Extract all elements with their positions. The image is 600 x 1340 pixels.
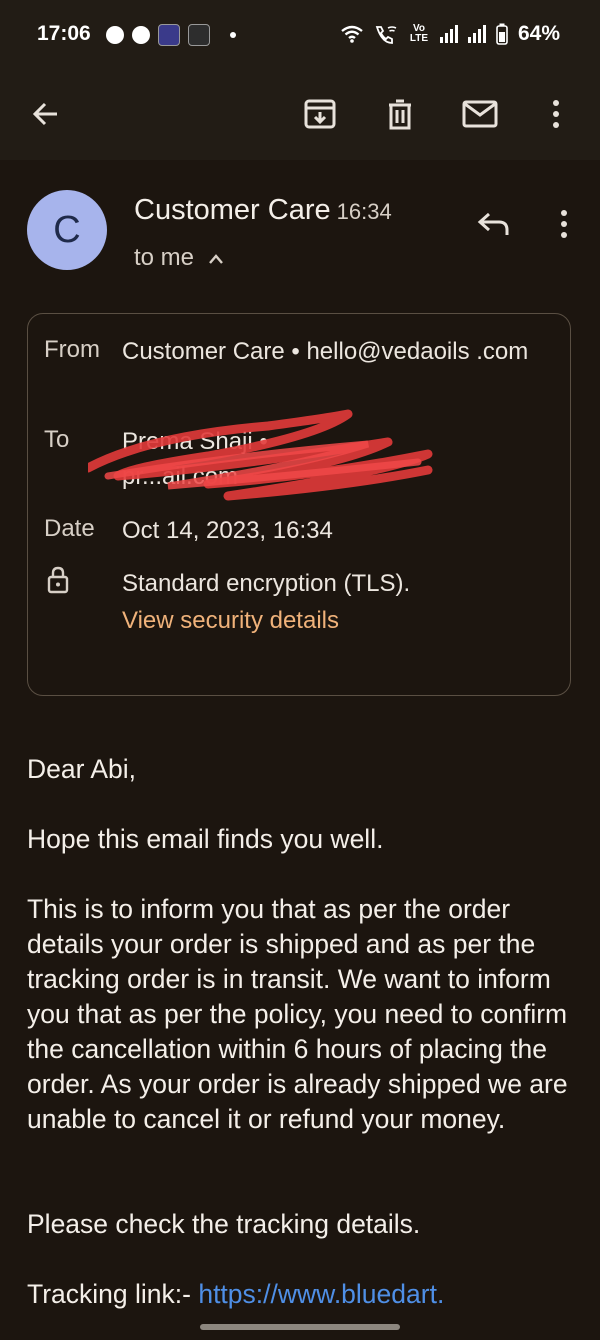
trash-icon: [389, 99, 411, 130]
tracking-link[interactable]: https://www.bluedart.: [198, 1279, 444, 1309]
chat-bubble-icon: [106, 26, 124, 44]
from-label: From: [44, 336, 100, 363]
more-vert-icon: [561, 210, 567, 238]
wifi-icon: [341, 25, 363, 43]
body-paragraph-2: This is to inform you that as per the or…: [27, 894, 568, 1134]
system-status: Vo LTE 64%: [340, 22, 560, 46]
date-value: Oct 14, 2023, 16:34: [122, 517, 333, 544]
greeting: Dear Abi,: [27, 754, 137, 784]
top-app-bar: [0, 70, 600, 160]
signal-icon-2: [467, 25, 486, 43]
message-details-card: From Customer Care • hello@vedaoils .com…: [27, 313, 571, 696]
sender-line: Customer Care 16:34: [134, 194, 392, 227]
view-security-details-link[interactable]: View security details: [122, 607, 339, 635]
to-label: To: [44, 426, 70, 453]
chevron-up-icon: [208, 254, 223, 264]
tracking-line: Tracking link:- https://www.bluedart.: [27, 1277, 577, 1312]
battery-icon: [496, 23, 508, 45]
back-button[interactable]: [22, 90, 70, 138]
reply-button[interactable]: [470, 204, 518, 244]
recipient-toggle[interactable]: to me: [134, 244, 225, 272]
arrow-back-icon: [32, 102, 57, 126]
gesture-navigation-bar[interactable]: [200, 1324, 400, 1330]
delete-button[interactable]: [376, 90, 424, 138]
message-time: 16:34: [336, 199, 392, 224]
lock-icon: [47, 566, 69, 594]
status-time: 17:06: [37, 22, 91, 45]
mail-icon: [462, 100, 498, 128]
sony-liv-icon: [158, 24, 180, 46]
avatar[interactable]: C: [27, 190, 107, 270]
status-bar: 17:06 Vo LTE 64%: [0, 0, 600, 70]
redaction-scribble: [88, 409, 433, 501]
more-options-button[interactable]: [532, 90, 580, 138]
tracking-label: Tracking link:-: [27, 1279, 191, 1309]
app-icon: [188, 24, 210, 46]
recipient-label: to me: [134, 244, 195, 271]
wifi-calling-icon: [375, 26, 397, 44]
from-value: Customer Care • hello@vedaoils .com: [122, 338, 529, 365]
message-more-button[interactable]: [550, 204, 578, 244]
reply-icon: [477, 212, 509, 235]
body-paragraph-3: Please check the tracking details.: [27, 1209, 421, 1239]
signal-icon: [439, 25, 458, 43]
date-label: Date: [44, 515, 95, 542]
sender-name: Customer Care: [134, 194, 331, 226]
volte-icon: Vo LTE: [409, 23, 429, 44]
notification-icons: [106, 24, 236, 46]
encryption-text: Standard encryption (TLS).: [122, 570, 411, 597]
messenger-icon: [132, 26, 150, 44]
more-notifications-dot-icon: [230, 32, 236, 38]
more-vert-icon: [553, 100, 559, 128]
archive-button[interactable]: [296, 90, 344, 138]
archive-icon: [304, 99, 336, 129]
message-header: C Customer Care 16:34 to me: [0, 160, 600, 290]
battery-percent: 64%: [517, 22, 560, 45]
body-paragraph-1: Hope this email finds you well.: [27, 824, 384, 854]
mark-unread-button[interactable]: [456, 90, 504, 138]
